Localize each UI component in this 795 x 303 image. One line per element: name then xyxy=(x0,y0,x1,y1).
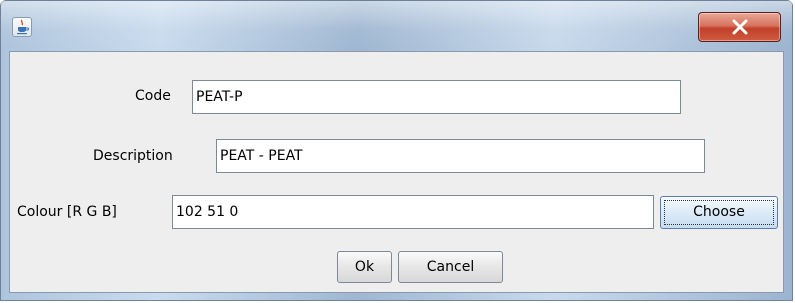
colour-field[interactable] xyxy=(172,195,654,229)
focus-ring xyxy=(664,200,774,225)
description-field[interactable] xyxy=(216,139,705,173)
ok-button-label: Ok xyxy=(354,259,375,275)
java-cup-icon[interactable] xyxy=(12,17,32,37)
close-icon xyxy=(732,19,748,35)
dialog-window: Code Description Colour [R G B] Choose O… xyxy=(0,0,793,301)
cancel-button-label: Cancel xyxy=(426,259,475,275)
code-label: Code xyxy=(135,88,171,104)
cancel-button[interactable]: Cancel xyxy=(398,251,503,283)
colour-label: Colour [R G B] xyxy=(17,204,117,220)
code-field[interactable] xyxy=(192,80,681,114)
title-bar[interactable] xyxy=(1,1,792,49)
close-button[interactable] xyxy=(698,12,781,42)
choose-button[interactable]: Choose xyxy=(660,196,778,229)
dialog-content: Code Description Colour [R G B] Choose O… xyxy=(9,51,784,293)
ok-button[interactable]: Ok xyxy=(337,251,392,283)
description-label: Description xyxy=(93,148,173,164)
